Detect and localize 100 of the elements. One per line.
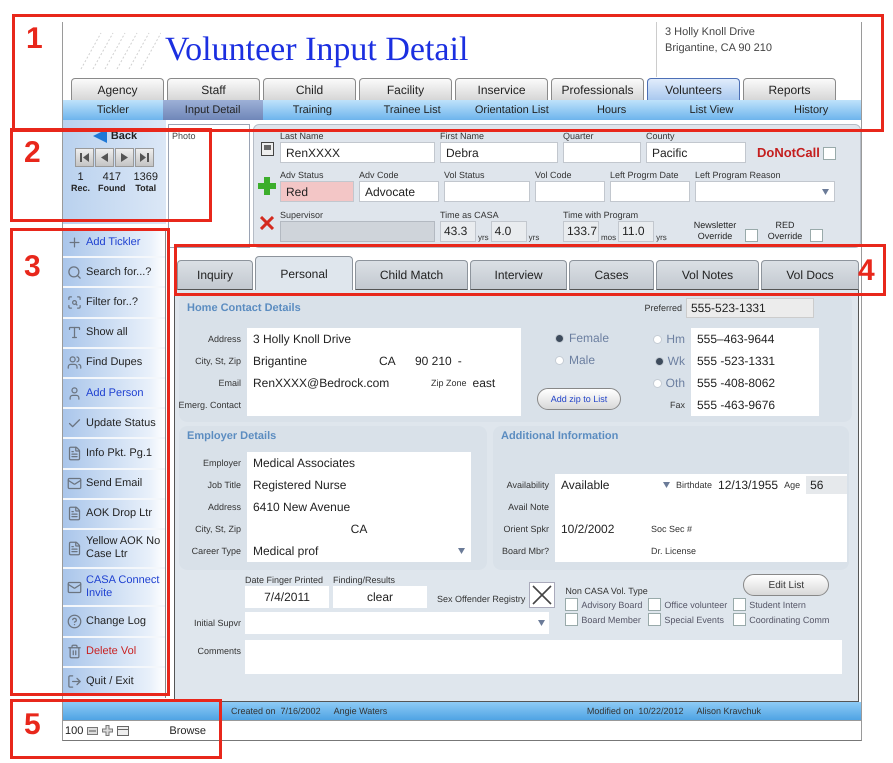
sub-tab[interactable]: Orientation List (462, 100, 562, 120)
text-field[interactable]: Advocate (359, 181, 439, 202)
record-nav-button[interactable] (135, 148, 154, 167)
address-value[interactable]: 3 Holly Knoll Drive (253, 332, 352, 346)
checkbox[interactable] (648, 598, 662, 611)
sidebar-button[interactable]: Change Log (63, 607, 165, 638)
delete-icon[interactable] (260, 216, 274, 230)
number-field[interactable]: 11.0 (618, 220, 654, 242)
checkbox[interactable] (810, 228, 823, 242)
checkbox[interactable] (733, 613, 746, 626)
main-tab[interactable]: Staff (167, 78, 260, 100)
state-value[interactable]: CA (350, 522, 368, 536)
text-field[interactable] (610, 181, 690, 202)
text-field[interactable] (563, 142, 641, 164)
sidebar-button[interactable]: Update Status (63, 409, 165, 440)
orient-date-value[interactable]: 10/2/2002 (561, 522, 645, 536)
checkbox[interactable] (648, 613, 662, 626)
employer-value[interactable]: 6410 New Avenue (253, 500, 350, 514)
text-field[interactable] (444, 181, 530, 202)
detail-tab[interactable]: Vol Docs (761, 260, 859, 290)
number-field[interactable]: 4.0 (490, 220, 527, 242)
add-zip-button[interactable]: Add zip to List (537, 388, 621, 410)
detail-tab[interactable]: Child Match (355, 260, 468, 290)
edit-list-button[interactable]: Edit List (743, 574, 830, 596)
checkbox[interactable] (565, 613, 578, 626)
phone-number[interactable]: 555 -463-9676 (697, 398, 776, 412)
checkbox[interactable] (733, 598, 746, 611)
checkbox[interactable] (565, 598, 578, 611)
sidebar-button[interactable]: CASA Connect Invite (63, 568, 165, 608)
main-tab[interactable]: Facility (359, 78, 452, 100)
sidebar-button[interactable]: Find Dupes (63, 348, 165, 380)
text-field[interactable]: Red (280, 181, 354, 202)
radio-dot[interactable] (555, 356, 564, 364)
sidebar-button[interactable]: Filter for..? (63, 288, 165, 319)
text-field[interactable]: Pacific (646, 142, 746, 164)
dropdown-field[interactable] (695, 181, 835, 202)
detail-tab[interactable]: Personal (255, 256, 353, 290)
employer-value[interactable]: Registered Nurse (253, 478, 346, 492)
radio-dot[interactable] (654, 356, 664, 366)
type-option[interactable]: Student Intern (733, 598, 830, 611)
date-field[interactable]: 7/4/2011 (245, 586, 329, 608)
text-field[interactable]: Debra (440, 142, 558, 164)
zoom-in-icon[interactable] (102, 725, 114, 736)
sub-tab[interactable]: List View (662, 100, 762, 120)
sub-tab[interactable]: Hours (562, 100, 662, 120)
sidebar-button[interactable]: AOK Drop Ltr (63, 500, 165, 530)
detail-tab[interactable]: Cases (569, 260, 654, 290)
sidebar-button[interactable]: Add Person (63, 379, 165, 410)
main-tab[interactable]: Inservice (455, 78, 548, 100)
phone-number[interactable]: 555 -523-1331 (697, 354, 776, 368)
sub-tab[interactable]: History (761, 100, 861, 120)
phone-number[interactable]: 555 -408-8062 (697, 376, 776, 390)
employer-value[interactable]: Medical Associates (253, 456, 356, 470)
detail-tab[interactable]: Vol Notes (656, 260, 759, 290)
zip-zone-value[interactable]: east (472, 376, 496, 390)
type-option[interactable]: Office volunteer (648, 598, 728, 611)
email-value[interactable]: RenXXXX@Bedrock.com (253, 376, 425, 390)
preferred-phone-field[interactable]: 555-523-1331 (686, 298, 814, 318)
sub-tab[interactable]: Trainee List (362, 100, 462, 120)
type-option[interactable]: Board Member (565, 613, 642, 626)
sub-tab[interactable]: Training (262, 100, 362, 120)
availability-value[interactable]: Available (561, 478, 657, 492)
checkbox[interactable] (822, 147, 836, 160)
text-field[interactable] (280, 220, 435, 242)
type-option[interactable]: Special Events (648, 613, 728, 626)
type-option[interactable]: Coordinating Comm (733, 613, 830, 626)
text-field[interactable]: RenXXXX (280, 142, 435, 164)
sidebar-button[interactable]: Add Tickler (63, 228, 165, 258)
sidebar-button[interactable]: Search for...? (63, 258, 165, 288)
back-button[interactable]: Back (92, 128, 138, 144)
radio-dot[interactable] (555, 334, 564, 342)
sidebar-button[interactable]: Yellow AOK No Case Ltr (63, 530, 165, 569)
sidebar-button[interactable]: Delete Vol (63, 638, 165, 668)
record-nav-button[interactable] (115, 148, 134, 167)
comments-field[interactable] (245, 640, 842, 674)
phone-number[interactable]: 555–463-9644 (697, 332, 774, 346)
age-value[interactable]: 56 (806, 476, 847, 494)
record-nav-button[interactable] (95, 148, 114, 167)
main-tab[interactable]: Agency (71, 78, 164, 100)
zip-value[interactable]: 90 210 (415, 354, 452, 368)
layout-icon[interactable] (117, 726, 130, 736)
record-nav-button[interactable] (75, 148, 94, 167)
checkbox[interactable] (745, 228, 758, 242)
detail-tab[interactable]: Inquiry (177, 260, 253, 290)
detail-tab[interactable]: Interview (470, 260, 567, 290)
birthdate-value[interactable]: 12/13/1955 (718, 478, 778, 492)
number-field[interactable]: 133.7 (563, 220, 599, 242)
radio-dot[interactable] (653, 334, 662, 344)
state-value[interactable]: CA (379, 354, 409, 368)
sidebar-button[interactable]: Info Pkt. Pg.1 (63, 439, 165, 470)
sidebar-button[interactable]: Send Email (63, 470, 165, 500)
zoom-out-icon[interactable] (87, 726, 98, 734)
sub-tab[interactable]: Tickler (63, 100, 163, 120)
type-option[interactable]: Advisory Board (565, 598, 642, 611)
registry-checkbox[interactable] (529, 582, 556, 608)
main-tab[interactable]: Reports (743, 78, 836, 100)
radio-dot[interactable] (652, 378, 662, 388)
sidebar-button[interactable]: Show all (63, 318, 165, 349)
main-tab[interactable]: Professionals (551, 78, 644, 100)
text-field[interactable] (535, 181, 605, 202)
